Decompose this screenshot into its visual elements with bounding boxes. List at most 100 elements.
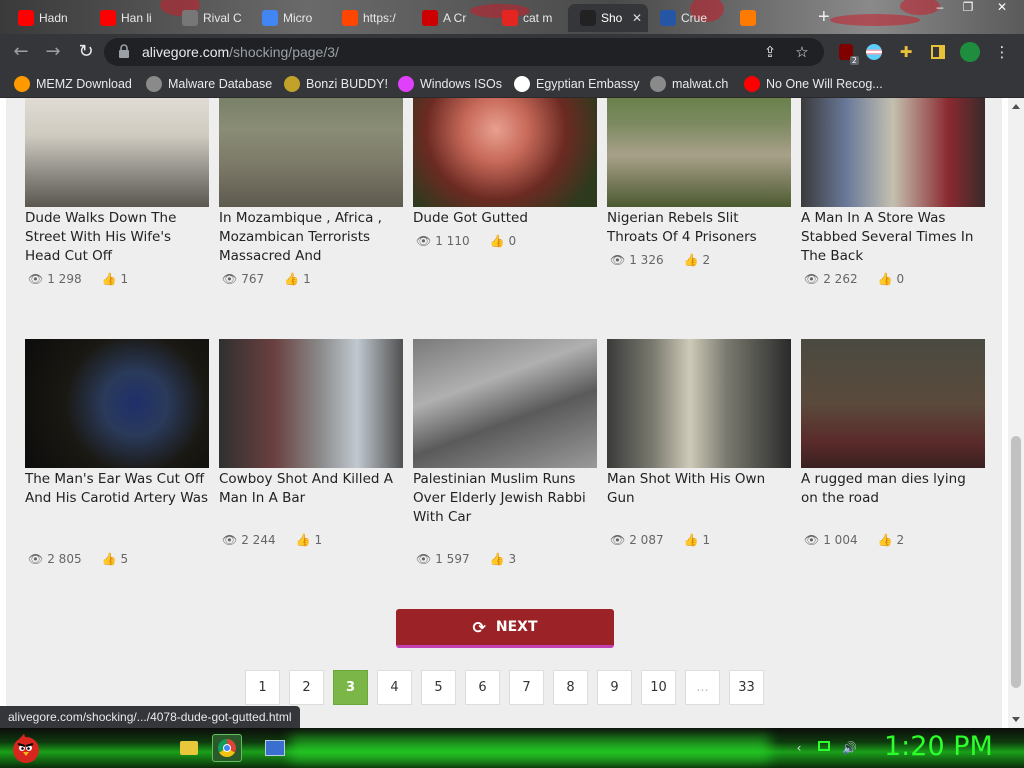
close-tab-icon[interactable]: ✕ (632, 11, 642, 25)
video-title[interactable]: Cowboy Shot And Killed A Man In A Bar (219, 470, 403, 508)
profile-avatar[interactable] (960, 42, 980, 62)
browser-tab[interactable]: cat m (490, 4, 570, 32)
video-thumbnail[interactable] (219, 339, 403, 468)
forward-icon[interactable]: → (43, 42, 63, 62)
bookmark-star-icon[interactable]: ☆ (792, 42, 812, 62)
minimize-button[interactable]: – (928, 0, 952, 18)
chrome-taskbar-icon[interactable] (212, 734, 242, 762)
video-title[interactable]: Dude Got Gutted (413, 209, 597, 228)
page-scrollbar[interactable] (1008, 98, 1024, 728)
tab-label: cat m (523, 11, 553, 25)
tray-chevron-icon[interactable]: ‹ (792, 741, 806, 755)
like-count[interactable]: 👍 1 (102, 272, 129, 286)
page-button[interactable]: 7 (509, 670, 544, 705)
video-thumbnail[interactable] (219, 98, 403, 207)
like-count[interactable]: 👍 2 (684, 253, 711, 267)
video-thumbnail[interactable] (607, 98, 791, 207)
browser-tab[interactable]: A Cr (410, 4, 490, 32)
page-button[interactable]: 8 (553, 670, 588, 705)
browser-tab[interactable] (728, 4, 808, 32)
like-count[interactable]: 👍 0 (878, 272, 905, 286)
page-button[interactable]: 10 (641, 670, 676, 705)
video-card[interactable]: A rugged man dies lying on the road 👁 1 00… (801, 339, 985, 547)
video-title[interactable]: Man Shot With His Own Gun (607, 470, 791, 508)
window-app-icon[interactable] (260, 734, 290, 762)
like-count[interactable]: 👍 0 (490, 234, 517, 248)
video-card[interactable]: Dude Got Gutted 👁 1 110 👍 0 (413, 98, 597, 248)
video-thumbnail[interactable] (25, 98, 209, 207)
start-button[interactable] (8, 730, 44, 766)
bookmark-item[interactable]: Malware Database (146, 75, 272, 93)
page-button[interactable]: 33 (729, 670, 764, 705)
video-thumbnail[interactable] (607, 339, 791, 468)
video-title[interactable]: In Mozambique , Africa , Mozambican Terr… (219, 209, 403, 266)
like-count[interactable]: 👍 5 (102, 552, 129, 566)
clock[interactable]: 1:20 PM (884, 731, 993, 762)
file-explorer-icon[interactable] (174, 734, 204, 762)
video-title[interactable]: A Man In A Store Was Stabbed Several Tim… (801, 209, 985, 266)
browser-tab[interactable]: Crue (648, 4, 728, 32)
video-card[interactable]: The Man's Ear Was Cut Off And His Caroti… (25, 339, 209, 566)
video-thumbnail[interactable] (801, 339, 985, 468)
pride-extension-icon[interactable] (864, 42, 884, 62)
like-count[interactable]: 👍 2 (878, 533, 905, 547)
like-count[interactable]: 👍 1 (684, 533, 711, 547)
video-card[interactable]: Dude Walks Down The Street With His Wife… (25, 98, 209, 286)
bookmark-item[interactable]: malwat.ch (650, 75, 728, 93)
video-card[interactable]: Palestinian Muslim Runs Over Elderly Jew… (413, 339, 597, 566)
browser-tab[interactable]: Han li (88, 4, 168, 32)
puzzle-extensions-icon[interactable]: ✚ (896, 42, 916, 62)
browser-tab[interactable]: https:/ (330, 4, 410, 32)
video-card[interactable]: Cowboy Shot And Killed A Man In A Bar 👁 2 … (219, 339, 403, 547)
video-card[interactable]: Nigerian Rebels Slit Throats Of 4 Prison… (607, 98, 791, 267)
scroll-thumb[interactable] (1011, 436, 1021, 688)
browser-tab[interactable]: Micro (250, 4, 330, 32)
volume-icon[interactable]: 🔊 (842, 741, 857, 755)
share-icon[interactable]: ⇪ (760, 42, 780, 62)
video-title[interactable]: A rugged man dies lying on the road (801, 470, 985, 508)
scroll-up-icon[interactable] (1012, 104, 1020, 109)
video-card[interactable]: In Mozambique , Africa , Mozambican Terr… (219, 98, 403, 286)
video-card[interactable]: A Man In A Store Was Stabbed Several Tim… (801, 98, 985, 286)
page-button[interactable]: 4 (377, 670, 412, 705)
video-thumbnail[interactable] (25, 339, 209, 468)
bookmark-item[interactable]: Egyptian Embassy (514, 75, 640, 93)
video-title[interactable]: Dude Walks Down The Street With His Wife… (25, 209, 209, 266)
menu-kebab-icon[interactable]: ⋮ (992, 42, 1012, 62)
browser-tab[interactable]: Sho ✕ (568, 4, 648, 32)
browser-tab[interactable]: Hadn (6, 4, 86, 32)
video-title[interactable]: Nigerian Rebels Slit Throats Of 4 Prison… (607, 209, 791, 247)
bookmark-item[interactable]: Windows ISOs (398, 75, 502, 93)
scroll-down-icon[interactable] (1012, 717, 1020, 722)
page-button[interactable]: 5 (421, 670, 456, 705)
video-title[interactable]: The Man's Ear Was Cut Off And His Caroti… (25, 470, 209, 508)
video-title[interactable]: Palestinian Muslim Runs Over Elderly Jew… (413, 470, 597, 527)
video-thumbnail[interactable] (413, 339, 597, 468)
bookmark-item[interactable]: Bonzi BUDDY! (284, 75, 388, 93)
ublock-extension-icon[interactable]: 2 (836, 42, 859, 65)
browser-tab[interactable]: Rival C (170, 4, 250, 32)
page-button[interactable]: 6 (465, 670, 500, 705)
video-thumbnail[interactable] (413, 98, 597, 207)
side-panel-icon[interactable] (928, 42, 948, 62)
page-button[interactable]: 1 (245, 670, 280, 705)
reload-icon[interactable]: ↻ (76, 42, 96, 62)
close-window-button[interactable]: ✕ (990, 0, 1014, 18)
address-bar[interactable]: alivegore.com/shocking/page/3/ ⇪ ☆ (104, 38, 824, 66)
video-card[interactable]: Man Shot With His Own Gun 👁 2 087 👍 1 (607, 339, 791, 547)
page-button[interactable]: 3 (333, 670, 368, 705)
new-tab-button[interactable]: + (818, 6, 830, 29)
tab-favicon-icon (342, 10, 358, 26)
page-button[interactable]: 2 (289, 670, 324, 705)
back-icon[interactable]: ← (11, 42, 31, 62)
like-count[interactable]: 👍 1 (284, 272, 311, 286)
bookmark-item[interactable]: MEMZ Download (14, 75, 132, 93)
like-count[interactable]: 👍 3 (490, 552, 517, 566)
page-button[interactable]: 9 (597, 670, 632, 705)
restore-button[interactable]: ❐ (956, 0, 980, 18)
video-thumbnail[interactable] (801, 98, 985, 207)
next-button[interactable]: ⟳ NEXT (396, 609, 614, 648)
bookmark-item[interactable]: No One Will Recog... (744, 75, 883, 93)
like-count[interactable]: 👍 1 (296, 533, 323, 547)
network-icon[interactable] (818, 741, 832, 755)
